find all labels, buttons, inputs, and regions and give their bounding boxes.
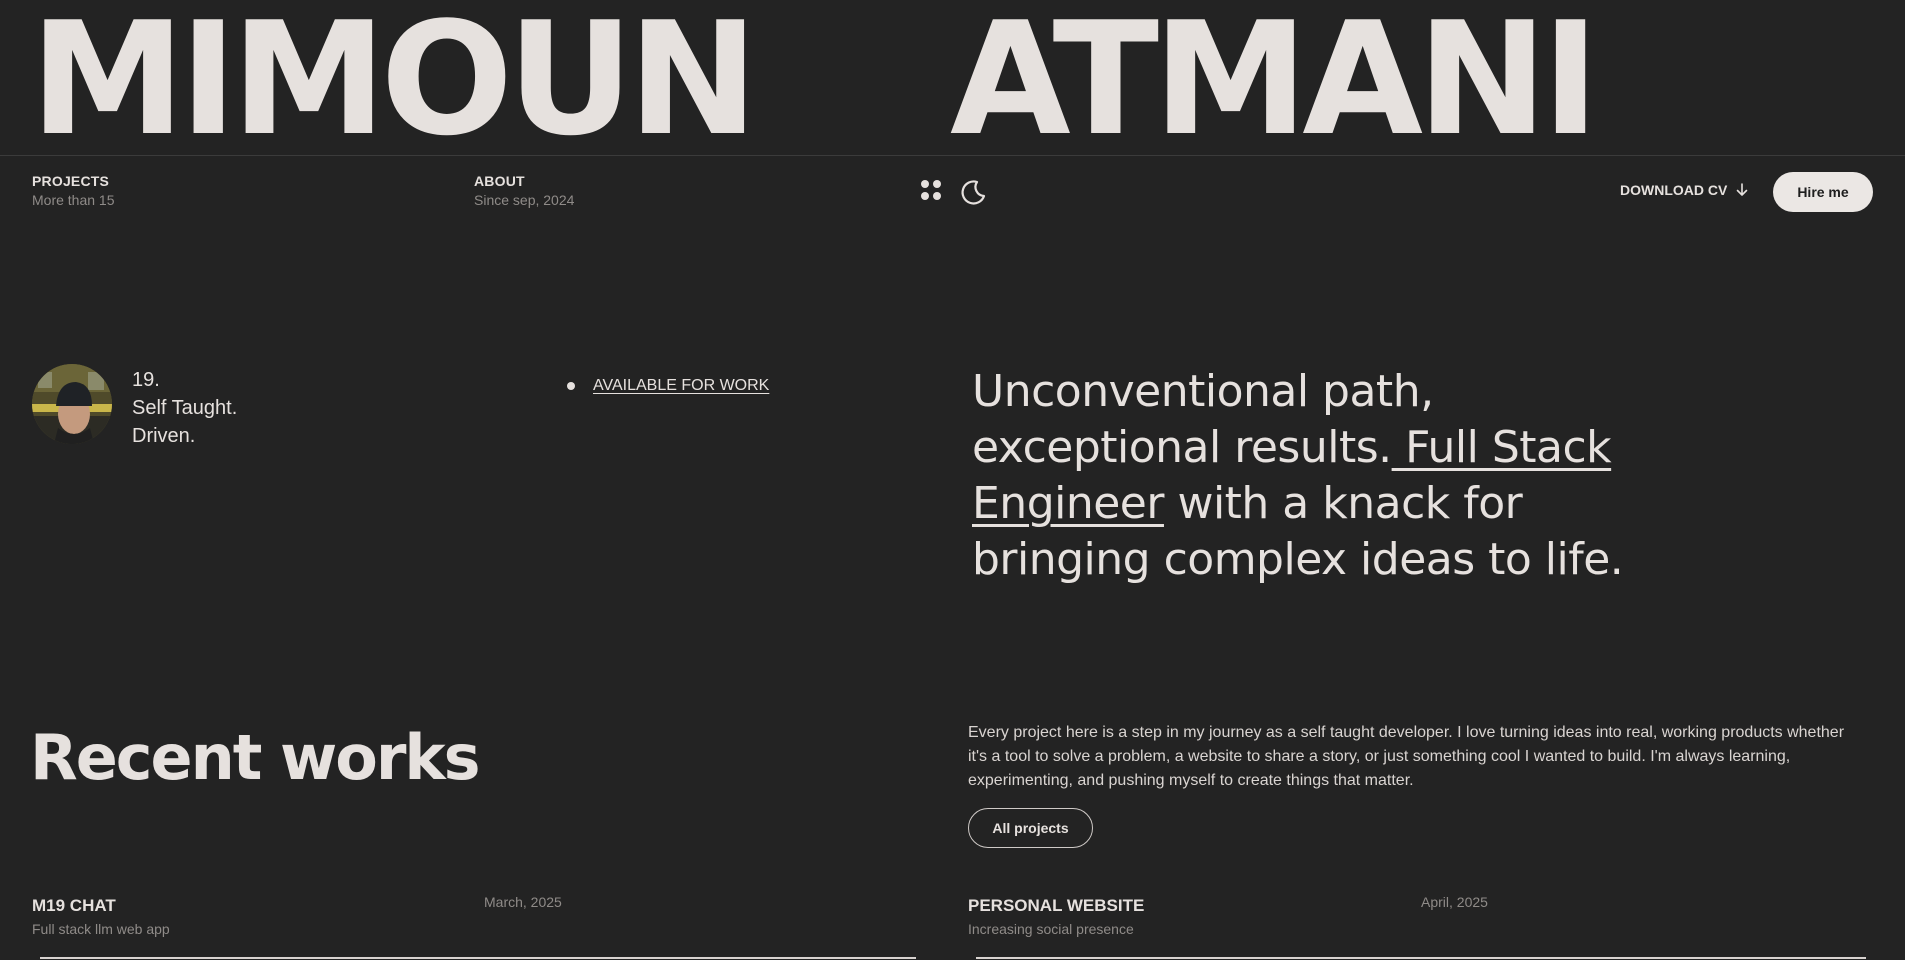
moon-icon[interactable] [958,177,988,207]
project-date: April, 2025 [1421,894,1488,910]
recent-works-title: Recent works [30,721,481,794]
headline-text: Unconventional path, exceptional results… [972,366,1434,473]
project-divider [976,957,1866,959]
bio-line: Self Taught. [132,397,238,419]
nav-about[interactable]: ABOUT Since sep, 2024 [474,172,574,210]
avatar [32,364,112,444]
portfolio-page: MIMOUN ATMANI PROJECTS More than 15 ABOU… [0,0,1905,960]
nav-projects-sub: More than 15 [32,192,115,208]
project-date: March, 2025 [484,894,562,910]
nav-projects[interactable]: PROJECTS More than 15 [32,172,115,210]
available-for-work-label: AVAILABLE FOR WORK [593,377,770,394]
arrow-down-icon [1737,183,1748,196]
recent-works-description: Every project here is a step in my journ… [968,724,1845,789]
header-divider [0,155,1905,156]
available-for-work-link[interactable]: AVAILABLE FOR WORK [567,377,769,395]
hero-last-name: ATMANI [950,0,1600,170]
hero-first-name: MIMOUN [30,0,758,170]
project-item[interactable]: M19 CHAT Full stack llm web app [32,894,170,940]
all-projects-button[interactable]: All projects [968,808,1093,848]
hero-headline: Unconventional path, exceptional results… [972,364,1672,588]
status-dot-icon [567,382,575,390]
project-divider [40,957,916,959]
bio-line: 19. [132,369,160,391]
bio: 19. Self Taught. Driven. [132,366,237,450]
project-subtitle: Full stack llm web app [32,921,170,937]
nav-projects-title: PROJECTS [32,173,110,189]
download-cv-link[interactable]: DOWNLOAD CV [1620,182,1749,198]
nav-about-title: ABOUT [474,173,525,189]
bio-line: Driven. [132,425,196,447]
project-name: M19 CHAT [32,896,116,915]
nav-about-sub: Since sep, 2024 [474,192,575,208]
project-item[interactable]: PERSONAL WEBSITE Increasing social prese… [968,894,1144,940]
project-subtitle: Increasing social presence [968,921,1134,937]
hire-me-button[interactable]: Hire me [1773,172,1873,212]
dots-grid-icon[interactable] [921,180,945,204]
download-cv-label: DOWNLOAD CV [1620,182,1728,198]
project-name: PERSONAL WEBSITE [968,896,1145,915]
